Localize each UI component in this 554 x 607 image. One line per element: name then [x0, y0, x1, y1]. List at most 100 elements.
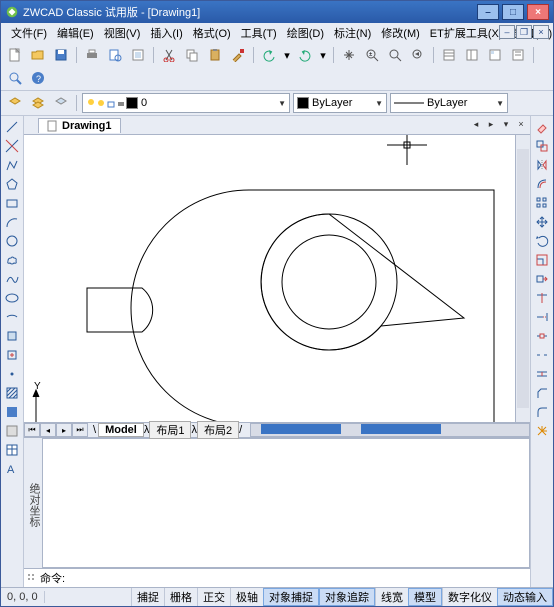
break-at-point-tool[interactable] [533, 327, 551, 345]
extend-tool[interactable] [533, 308, 551, 326]
status-9[interactable]: 动态输入 [497, 588, 553, 606]
array-tool[interactable] [533, 194, 551, 212]
status-2[interactable]: 正交 [197, 588, 230, 606]
tab-close-button[interactable]: × [514, 117, 528, 131]
menu-file[interactable]: 文件(F) [7, 24, 51, 42]
region-tool[interactable] [3, 422, 21, 440]
chamfer-tool[interactable] [533, 384, 551, 402]
status-3[interactable]: 极轴 [230, 588, 263, 606]
trim-tool[interactable] [533, 289, 551, 307]
mtext-tool[interactable]: A [3, 460, 21, 478]
coordinates-display[interactable]: 0, 0, 0 [1, 591, 45, 603]
menu-format[interactable]: 格式(O) [189, 24, 235, 42]
status-7[interactable]: 模型 [408, 588, 442, 606]
move-tool[interactable] [533, 213, 551, 231]
new-button[interactable] [5, 45, 25, 65]
doc-restore-button[interactable]: ❐ [516, 25, 532, 39]
rotate-tool[interactable] [533, 232, 551, 250]
calc-button[interactable] [5, 68, 25, 88]
zoom-prev-button[interactable] [408, 45, 428, 65]
menu-draw[interactable]: 绘图(D) [283, 24, 328, 42]
mirror-tool[interactable] [533, 156, 551, 174]
arc-tool[interactable] [3, 213, 21, 231]
paste-button[interactable] [205, 45, 225, 65]
ellipse-tool[interactable] [3, 289, 21, 307]
fillet-tool[interactable] [533, 403, 551, 421]
menu-edit[interactable]: 编辑(E) [53, 24, 98, 42]
status-6[interactable]: 线宽 [375, 588, 408, 606]
tool-palettes-button[interactable] [485, 45, 505, 65]
redo-button[interactable] [295, 45, 315, 65]
save-button[interactable] [51, 45, 71, 65]
gradient-tool[interactable] [3, 403, 21, 421]
undo-button[interactable] [259, 45, 279, 65]
open-button[interactable] [28, 45, 48, 65]
print-button[interactable] [82, 45, 102, 65]
point-tool[interactable] [3, 365, 21, 383]
xline-tool[interactable] [3, 137, 21, 155]
maximize-button[interactable]: □ [502, 4, 524, 20]
doc-close-button[interactable]: × [533, 25, 549, 39]
next-layout-button[interactable]: ▸ [56, 423, 72, 437]
menu-view[interactable]: 视图(V) [100, 24, 145, 42]
status-4[interactable]: 对象捕捉 [263, 588, 319, 606]
undo-dropdown[interactable]: ▾ [282, 45, 292, 65]
revcloud-tool[interactable] [3, 251, 21, 269]
prev-layout-button[interactable]: ◂ [40, 423, 56, 437]
vertical-scrollbar[interactable] [515, 135, 530, 422]
cut-button[interactable] [159, 45, 179, 65]
tab-next-button[interactable]: ▸ [484, 117, 498, 131]
zoom-window-button[interactable] [385, 45, 405, 65]
minimize-button[interactable]: – [477, 4, 499, 20]
command-history[interactable] [42, 438, 530, 568]
break-tool[interactable] [533, 346, 551, 364]
layer-prev-button[interactable] [28, 93, 48, 113]
erase-tool[interactable] [533, 118, 551, 136]
layout-tab-1[interactable]: 布局1 [149, 421, 191, 439]
tab-prev-button[interactable]: ◂ [469, 117, 483, 131]
sheet-set-button[interactable] [508, 45, 528, 65]
spline-tool[interactable] [3, 270, 21, 288]
ellipse-arc-tool[interactable] [3, 308, 21, 326]
make-block-tool[interactable] [3, 346, 21, 364]
grip-icon[interactable] [26, 571, 36, 585]
layer-dropdown[interactable]: 0 ▼ [82, 93, 290, 113]
copy-tool[interactable] [533, 137, 551, 155]
join-tool[interactable] [533, 365, 551, 383]
design-center-button[interactable] [462, 45, 482, 65]
menu-dimension[interactable]: 标注(N) [330, 24, 375, 42]
polygon-tool[interactable] [3, 175, 21, 193]
close-button[interactable]: × [527, 4, 549, 20]
circle-tool[interactable] [3, 232, 21, 250]
help-button[interactable]: ? [28, 68, 48, 88]
doc-minimize-button[interactable]: – [499, 25, 515, 39]
polyline-tool[interactable] [3, 156, 21, 174]
menu-ettools[interactable]: ET扩展工具(X) [426, 24, 507, 42]
first-layout-button[interactable]: ⏮ [24, 423, 40, 437]
matchprop-button[interactable] [228, 45, 248, 65]
layer-manager-button[interactable] [5, 93, 25, 113]
rectangle-tool[interactable] [3, 194, 21, 212]
pan-button[interactable] [339, 45, 359, 65]
offset-tool[interactable] [533, 175, 551, 193]
hatch-tool[interactable] [3, 384, 21, 402]
copy-button[interactable] [182, 45, 202, 65]
status-0[interactable]: 捕捉 [131, 588, 164, 606]
status-5[interactable]: 对象追踪 [319, 588, 375, 606]
line-tool[interactable] [3, 118, 21, 136]
table-tool[interactable] [3, 441, 21, 459]
drawing-canvas[interactable]: Y X [24, 135, 530, 422]
linetype-dropdown[interactable]: ByLayer ▼ [390, 93, 508, 113]
redo-dropdown[interactable]: ▾ [318, 45, 328, 65]
layer-states-button[interactable] [51, 93, 71, 113]
command-line[interactable]: 命令: [24, 568, 530, 587]
menu-insert[interactable]: 插入(I) [146, 24, 186, 42]
layout-tab-model[interactable]: Model [98, 423, 144, 437]
last-layout-button[interactable]: ⏭ [72, 423, 88, 437]
status-8[interactable]: 数字化仪 [442, 588, 497, 606]
document-tab[interactable]: Drawing1 [38, 118, 121, 133]
stretch-tool[interactable] [533, 270, 551, 288]
menu-modify[interactable]: 修改(M) [377, 24, 424, 42]
explode-tool[interactable] [533, 422, 551, 440]
insert-block-tool[interactable] [3, 327, 21, 345]
